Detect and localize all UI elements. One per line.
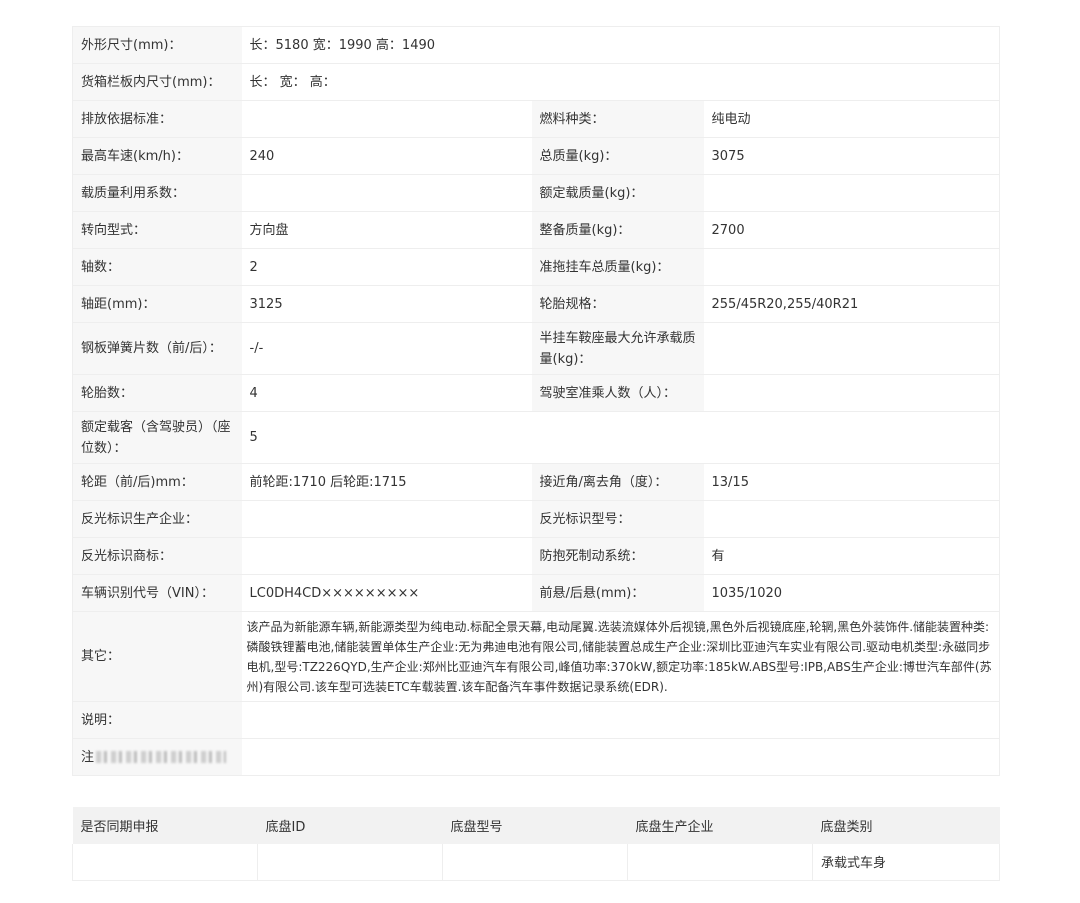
spec-row: 轮距（前/后)mm： 前轮距:1710 后轮距:1715 接近角/离去角（度）：… [72,463,1000,501]
tire-spec-value: 255/45R20,255/40R21 [703,285,1000,323]
reflect-model-value [703,500,1000,538]
steering-value: 方向盘 [241,211,532,249]
rated-load-label: 额定载质量(kg)： [531,174,704,212]
angle-value: 13/15 [703,463,1000,501]
other-value: 该产品为新能源车辆,新能源类型为纯电动.标配全景天幕,电动尾翼.选装流媒体外后视… [241,611,1000,702]
chassis-header-id: 底盘ID [257,807,443,844]
note-value [241,701,1000,739]
cab-value [703,374,1000,412]
saddle-label: 半挂车鞍座最大允许承载质量(kg)： [531,322,704,375]
last-label: 注 [81,749,95,765]
spec-row: 说明： [72,701,1000,739]
cargo-value: 长： 宽： 高： [241,63,1000,101]
trailer-label: 准拖挂车总质量(kg)： [531,248,704,286]
spec-row: 外形尺寸(mm)： 长：5180 宽：1990 高：1490 [72,26,1000,64]
reflect-maker-value [241,500,532,538]
spec-row: 轴数： 2 准拖挂车总质量(kg)： [72,248,1000,286]
reflect-brand-label: 反光标识商标： [72,537,242,575]
chassis-header-row: 是否同期申报 底盘ID 底盘型号 底盘生产企业 底盘类别 [72,807,1000,844]
cab-label: 驾驶室准乘人数（人）： [531,374,704,412]
chassis-header-maker: 底盘生产企业 [627,807,813,844]
curb-mass-value: 2700 [703,211,1000,249]
track-label: 轮距（前/后)mm： [72,463,242,501]
spec-row: 转向型式： 方向盘 整备质量(kg)： 2700 [72,211,1000,249]
note-label: 说明： [72,701,242,739]
total-mass-label: 总质量(kg)： [531,137,704,175]
chassis-cell-same-period [72,844,258,881]
chassis-data-row: 承载式车身 [72,844,1000,881]
reflect-brand-value [241,537,532,575]
fuel-label: 燃料种类： [531,100,704,138]
spec-row: 载质量利用系数： 额定载质量(kg)： [72,174,1000,212]
steering-label: 转向型式： [72,211,242,249]
speed-value: 240 [241,137,532,175]
spec-row: 轴距(mm)： 3125 轮胎规格： 255/45R20,255/40R21 [72,285,1000,323]
rated-load-value [703,174,1000,212]
vin-label: 车辆识别代号（VIN）： [72,574,242,612]
spring-value: -/- [241,322,532,375]
spec-row: 反光标识商标： 防抱死制动系统： 有 [72,537,1000,575]
spec-row: 反光标识生产企业： 反光标识型号： [72,500,1000,538]
speed-label: 最高车速(km/h)： [72,137,242,175]
spring-label: 钢板弹簧片数（前/后）： [72,322,242,375]
spec-row: 钢板弹簧片数（前/后）： -/- 半挂车鞍座最大允许承载质量(kg)： [72,322,1000,375]
vehicle-spec-table: 外形尺寸(mm)： 长：5180 宽：1990 高：1490 货箱栏板内尺寸(m… [72,26,1000,776]
chassis-cell-type: 承载式车身 [812,844,1000,881]
angle-label: 接近角/离去角（度）： [531,463,704,501]
spec-row: 其它： 该产品为新能源车辆,新能源类型为纯电动.标配全景天幕,电动尾翼.选装流媒… [72,611,1000,702]
seats-value: 5 [241,411,1000,464]
load-coef-value [241,174,532,212]
curb-mass-label: 整备质量(kg)： [531,211,704,249]
axles-label: 轴数： [72,248,242,286]
spec-row: 最高车速(km/h)： 240 总质量(kg)： 3075 [72,137,1000,175]
axles-value: 2 [241,248,532,286]
wheelbase-label: 轴距(mm)： [72,285,242,323]
spec-row: 车辆识别代号（VIN）： LC0DH4CD××××××××× 前悬/后悬(mm)… [72,574,1000,612]
reflect-model-label: 反光标识型号： [531,500,704,538]
overhang-value: 1035/1020 [703,574,1000,612]
dims-label: 外形尺寸(mm)： [72,26,242,64]
total-mass-value: 3075 [703,137,1000,175]
emission-label: 排放依据标准： [72,100,242,138]
tires-value: 4 [241,374,532,412]
emission-value [241,100,532,138]
chassis-cell-id [257,844,443,881]
abs-value: 有 [703,537,1000,575]
blurred-text-icon [96,751,227,763]
load-coef-label: 载质量利用系数： [72,174,242,212]
wheelbase-value: 3125 [241,285,532,323]
track-value: 前轮距:1710 后轮距:1715 [241,463,532,501]
abs-label: 防抱死制动系统： [531,537,704,575]
last-value [241,738,1000,776]
spec-row: 注 [72,738,1000,776]
seats-label: 额定载客（含驾驶员）（座位数）： [72,411,242,464]
other-label: 其它： [72,611,242,702]
trailer-value [703,248,1000,286]
chassis-header-type: 底盘类别 [812,807,1000,844]
cargo-label: 货箱栏板内尺寸(mm)： [72,63,242,101]
spec-row: 排放依据标准： 燃料种类： 纯电动 [72,100,1000,138]
overhang-label: 前悬/后悬(mm)： [531,574,704,612]
spec-row: 额定载客（含驾驶员）（座位数）： 5 [72,411,1000,464]
saddle-value [703,322,1000,375]
chassis-cell-model [442,844,628,881]
dims-value: 长：5180 宽：1990 高：1490 [241,26,1000,64]
spec-row: 轮胎数： 4 驾驶室准乘人数（人）： [72,374,1000,412]
chassis-table: 是否同期申报 底盘ID 底盘型号 底盘生产企业 底盘类别 承载式车身 [72,807,1000,881]
chassis-header-same-period: 是否同期申报 [72,807,258,844]
vin-value: LC0DH4CD××××××××× [241,574,532,612]
tire-spec-label: 轮胎规格： [531,285,704,323]
tires-label: 轮胎数： [72,374,242,412]
reflect-maker-label: 反光标识生产企业： [72,500,242,538]
last-label-cell: 注 [72,738,242,776]
spec-row: 货箱栏板内尺寸(mm)： 长： 宽： 高： [72,63,1000,101]
chassis-header-model: 底盘型号 [442,807,628,844]
chassis-cell-maker [627,844,813,881]
fuel-value: 纯电动 [703,100,1000,138]
